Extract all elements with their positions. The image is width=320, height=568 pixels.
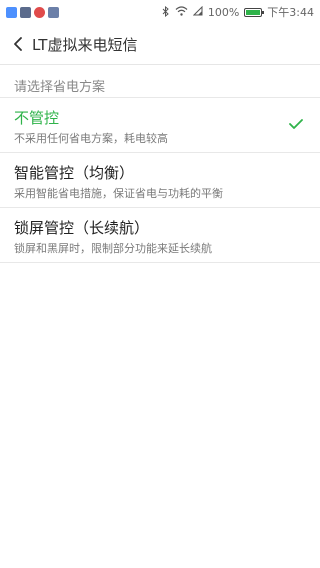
option-title: 智能管控（均衡） (14, 164, 135, 182)
option-title: 锁屏管控（长续航） (14, 219, 150, 237)
status-bar: 100% 下午3:44 (0, 0, 320, 24)
check-icon (289, 119, 303, 129)
status-time: 下午3:44 (267, 6, 314, 19)
bluetooth-icon (162, 5, 170, 19)
app-header: LT虚拟来电短信 (0, 24, 320, 65)
option-no-control[interactable]: 不管控 不采用任何省电方案，耗电较高 (0, 98, 320, 152)
divider (0, 262, 320, 263)
page-title: LT虚拟来电短信 (32, 35, 138, 54)
app-icon (6, 6, 17, 18)
option-description: 锁屏和黑屏时，限制部分功能来延长续航 (14, 242, 212, 255)
message-icon (20, 6, 31, 18)
battery-icon (244, 7, 265, 17)
option-description: 不采用任何省电方案，耗电较高 (14, 132, 168, 145)
chat-icon (48, 6, 59, 18)
back-icon[interactable] (4, 24, 32, 64)
battery-fill (246, 9, 261, 15)
record-icon (34, 6, 45, 18)
option-description: 采用智能省电措施，保证省电与功耗的平衡 (14, 187, 223, 200)
wifi-icon (175, 6, 188, 18)
notification-area (0, 6, 59, 18)
status-icons: 100% 下午3:44 (162, 4, 320, 20)
section-label: 请选择省电方案 (14, 80, 106, 95)
option-title: 不管控 (14, 109, 60, 127)
option-smart-control[interactable]: 智能管控（均衡） 采用智能省电措施，保证省电与功耗的平衡 (0, 153, 320, 207)
option-lockscreen-control[interactable]: 锁屏管控（长续航） 锁屏和黑屏时，限制部分功能来延长续航 (0, 208, 320, 262)
signal-icon (192, 5, 203, 18)
battery-percent: 100% (207, 5, 240, 19)
